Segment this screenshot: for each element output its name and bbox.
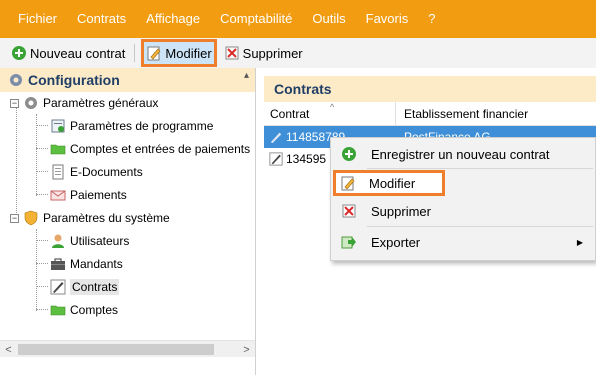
menu-outils[interactable]: Outils: [302, 0, 355, 38]
menu-bar: Fichier Contrats Affichage Comptabilité …: [0, 0, 596, 38]
tree-line: [36, 286, 48, 287]
sort-ascending-icon: ^: [330, 101, 335, 112]
delete-button[interactable]: Supprimer: [221, 41, 306, 65]
tree-line: [36, 263, 48, 264]
add-icon: [11, 45, 27, 61]
gear-icon: [23, 95, 39, 111]
column-header-contrat[interactable]: ^ Contrat: [264, 101, 396, 126]
context-separator: [367, 226, 593, 227]
context-item-delete[interactable]: Supprimer: [335, 198, 593, 224]
new-contract-label: Nouveau contrat: [30, 45, 126, 61]
context-item-label: Enregistrer un nouveau contrat: [371, 146, 550, 162]
tree-item-label: Paiements: [70, 188, 127, 202]
tree-line: [36, 309, 48, 310]
tree-item-label: Paramètres du système: [43, 211, 170, 225]
context-separator: [367, 168, 593, 169]
tree-item-label: Paramètres généraux: [43, 96, 159, 110]
add-icon: [341, 146, 357, 162]
shield-icon: [23, 210, 39, 226]
delete-icon: [224, 45, 240, 61]
collapse-icon[interactable]: −: [10, 98, 19, 108]
tree-line: [36, 240, 48, 241]
modify-label: Modifier: [165, 45, 212, 61]
scrollbar-thumb[interactable]: [18, 344, 214, 355]
context-menu: Enregistrer un nouveau contrat Modifier …: [330, 137, 596, 261]
collapse-panel-icon[interactable]: ▴: [244, 70, 249, 81]
tree-line: [36, 194, 48, 195]
tree-item-label: Paramètres de programme: [70, 119, 214, 133]
context-item-new-contract[interactable]: Enregistrer un nouveau contrat: [335, 141, 593, 167]
user-icon: [50, 233, 66, 249]
tree-line: [16, 107, 17, 219]
tree-line: [36, 125, 48, 126]
context-item-label: Supprimer: [371, 203, 431, 219]
document-icon: [50, 164, 66, 180]
configuration-header: Configuration ▴: [0, 68, 255, 92]
submenu-arrow-icon: ▶: [576, 237, 583, 247]
delete-icon: [341, 203, 357, 219]
modify-button[interactable]: Modifier: [141, 39, 217, 67]
tree-item-contrats[interactable]: Contrats: [50, 276, 120, 298]
tree-item-mandants[interactable]: Mandants: [50, 253, 123, 275]
scroll-right-icon[interactable]: >: [238, 341, 255, 358]
contract-pen-icon: [268, 129, 284, 145]
menu-comptabilite[interactable]: Comptabilité: [210, 0, 302, 38]
tree-item-parametres-generaux[interactable]: − Paramètres généraux: [10, 92, 158, 114]
menu-affichage[interactable]: Affichage: [136, 0, 210, 38]
menu-help[interactable]: ?: [418, 0, 445, 38]
export-icon: [341, 234, 357, 250]
tree-line: [36, 148, 48, 149]
column-header-etablissement[interactable]: Etablissement financier: [396, 107, 528, 121]
tree-item-label: Utilisateurs: [70, 234, 130, 248]
tree-line: [36, 114, 37, 196]
horizontal-scrollbar[interactable]: < >: [0, 340, 255, 357]
tree-item-paiements[interactable]: Paiements: [50, 184, 127, 206]
column-header-label: Contrat: [270, 106, 310, 121]
tree-item-label: Mandants: [70, 257, 123, 271]
new-contract-button[interactable]: Nouveau contrat: [8, 41, 128, 65]
tree-item-comptes[interactable]: Comptes: [50, 299, 118, 321]
tree-item-parametres-programme[interactable]: Paramètres de programme: [50, 115, 213, 137]
edit-icon: [146, 45, 162, 61]
context-item-label: Exporter: [371, 234, 421, 250]
tree-item-label: Contrats: [70, 279, 120, 295]
settings-document-icon: [50, 118, 66, 134]
tree-item-parametres-systeme[interactable]: − Paramètres du système: [10, 207, 170, 229]
configuration-panel: Configuration ▴ − Paramètres généraux Pa…: [0, 68, 256, 375]
tree-item-utilisateurs[interactable]: Utilisateurs: [50, 230, 129, 252]
context-item-export[interactable]: Exporter ▶: [335, 229, 593, 255]
contract-pen-icon: [50, 279, 66, 295]
collapse-icon[interactable]: −: [10, 213, 19, 223]
toolbar: Nouveau contrat Modifier Supprimer: [0, 38, 596, 68]
context-item-label: Modifier: [369, 175, 416, 191]
scroll-left-icon[interactable]: <: [0, 341, 17, 358]
tree-item-label: E-Documents: [70, 165, 143, 179]
toolbar-separator: [134, 44, 136, 62]
tree-line: [36, 229, 37, 311]
configuration-tree: − Paramètres généraux Paramètres de prog…: [0, 92, 255, 342]
column-header-label: Etablissement financier: [404, 106, 529, 121]
tree-item-e-documents[interactable]: E-Documents: [50, 161, 143, 183]
envelope-icon: [50, 187, 66, 203]
tree-item-label: Comptes: [70, 303, 119, 317]
folder-icon: [50, 141, 66, 157]
context-item-modify[interactable]: Modifier: [333, 170, 445, 196]
tree-item-label: Comptes et entrées de paiements: [70, 142, 251, 156]
briefcase-icon: [50, 256, 66, 272]
contract-pen-icon: [268, 151, 284, 167]
menu-fichier[interactable]: Fichier: [8, 0, 67, 38]
menu-contrats[interactable]: Contrats: [67, 0, 136, 38]
configuration-title: Configuration: [28, 72, 120, 88]
delete-label: Supprimer: [242, 45, 303, 61]
folder-icon: [50, 302, 66, 318]
tree-item-comptes-entrees[interactable]: Comptes et entrées de paiements: [50, 138, 250, 160]
edit-icon: [340, 175, 356, 191]
menu-favoris[interactable]: Favoris: [356, 0, 419, 38]
contract-number: 134595: [286, 152, 327, 166]
grid-header: ^ Contrat Etablissement financier: [264, 101, 596, 126]
tree-line: [36, 171, 48, 172]
contracts-title: Contrats: [264, 76, 596, 102]
gear-icon: [8, 72, 24, 88]
